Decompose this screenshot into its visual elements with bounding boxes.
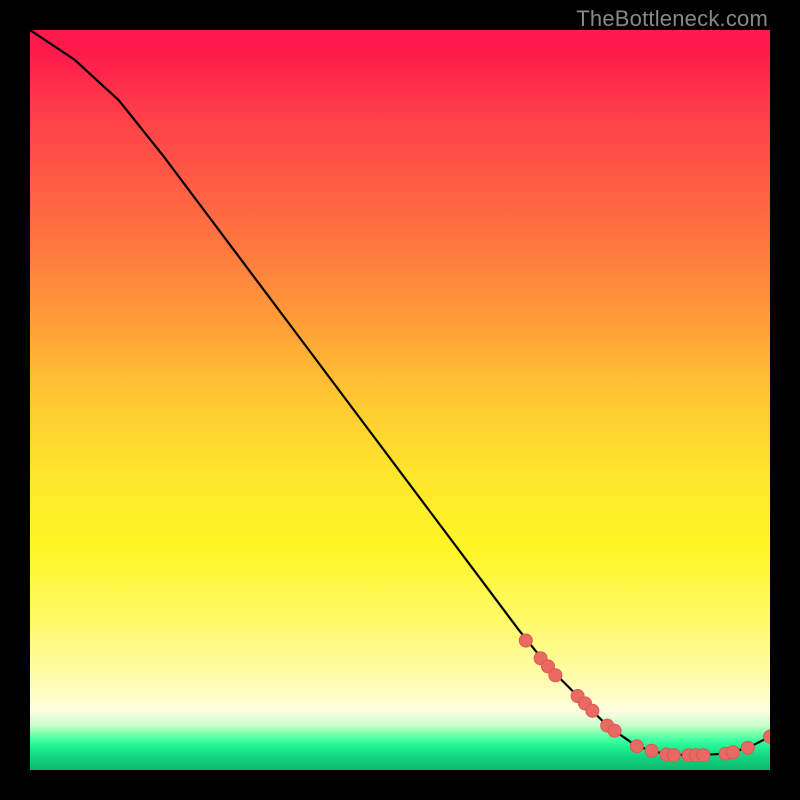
plot-area: [30, 30, 770, 770]
curve-marker: [764, 730, 771, 743]
curve-marker: [667, 749, 680, 762]
curve-marker: [549, 669, 562, 682]
curve-marker: [741, 741, 754, 754]
curve-markers: [519, 634, 770, 762]
curve-marker: [697, 749, 710, 762]
curve-marker: [608, 724, 621, 737]
curve-marker: [727, 746, 740, 759]
watermark-text: TheBottleneck.com: [576, 6, 768, 32]
chart-frame: TheBottleneck.com: [0, 0, 800, 800]
curve-marker: [519, 634, 532, 647]
curve-marker: [645, 744, 658, 757]
curve-svg: [30, 30, 770, 770]
bottleneck-curve-line: [30, 30, 770, 755]
curve-marker: [630, 740, 643, 753]
curve-marker: [586, 704, 599, 717]
